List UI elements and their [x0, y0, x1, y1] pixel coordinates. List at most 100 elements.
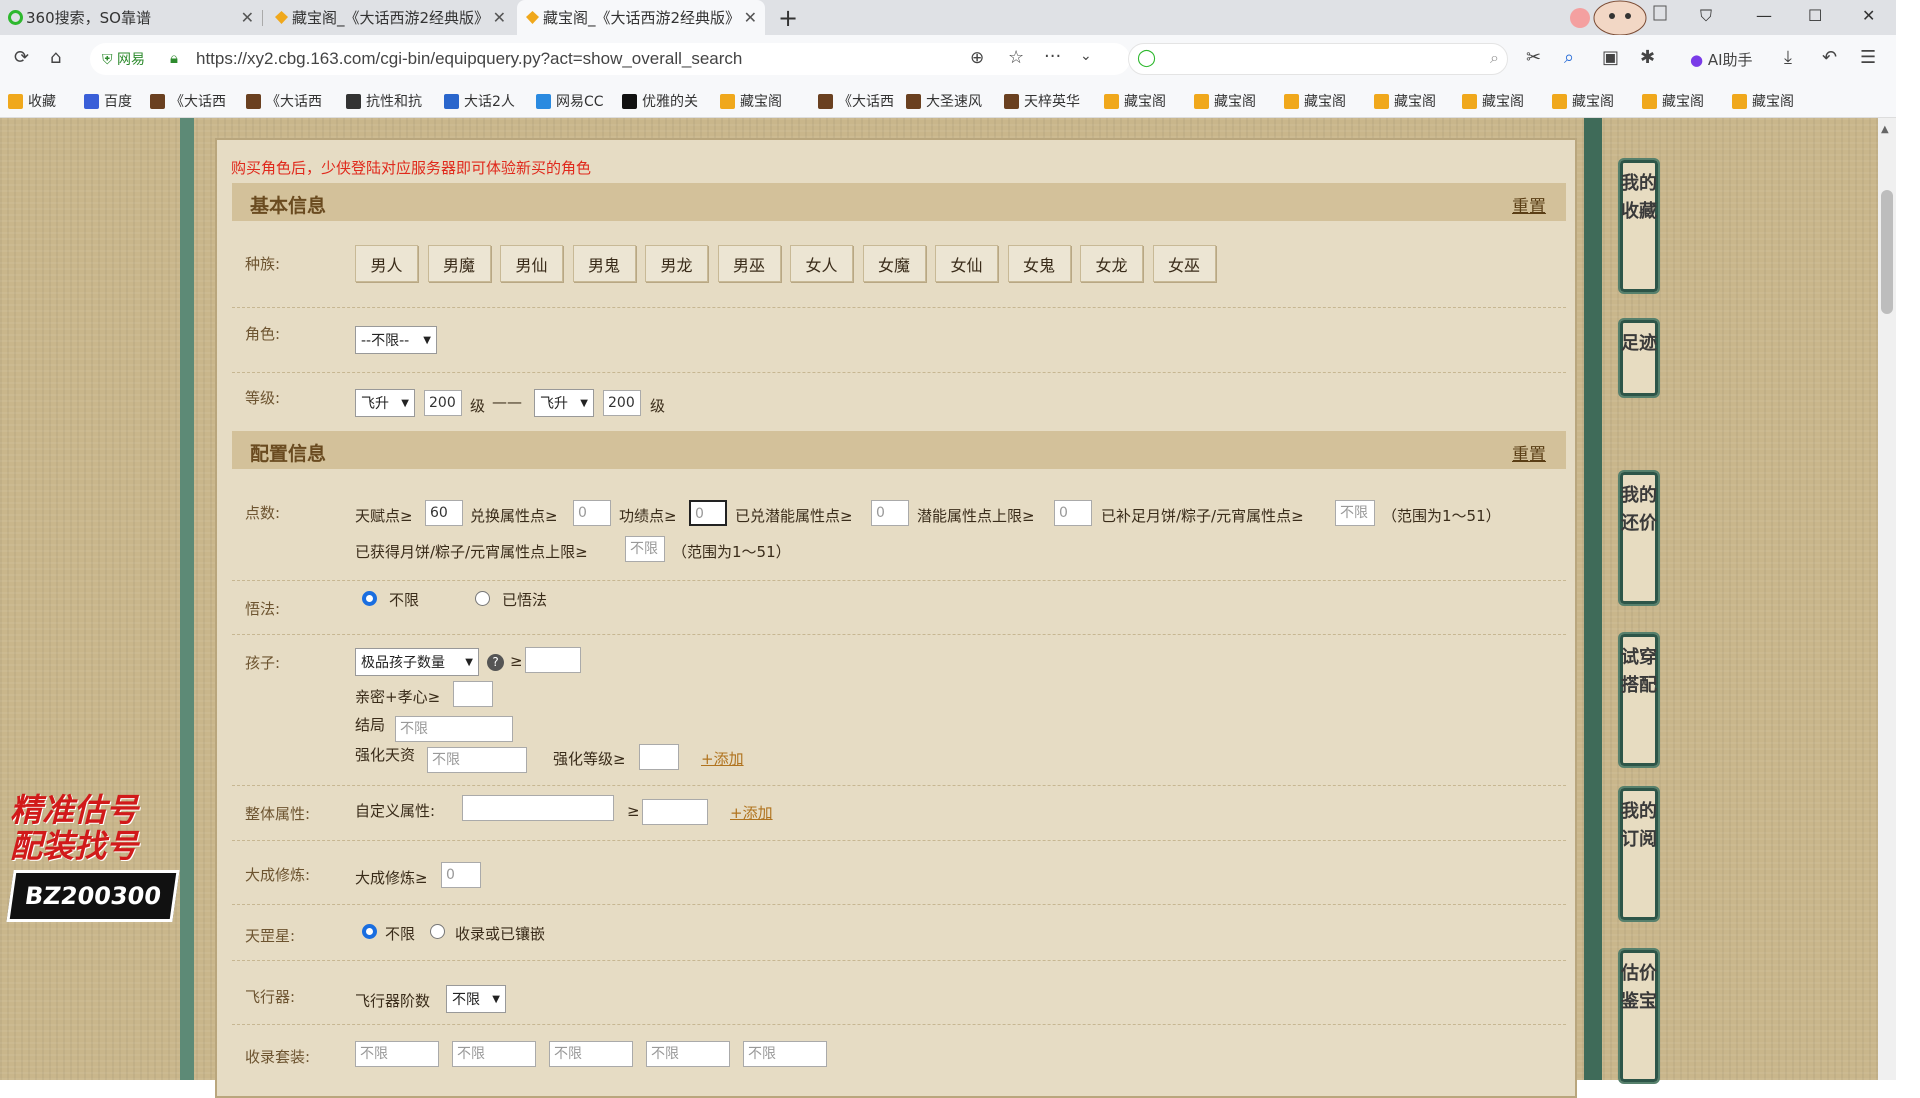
potential-input[interactable]: 0 [871, 500, 909, 526]
aircraft-select[interactable]: 不限 ▼ [446, 985, 506, 1013]
level-from-input[interactable]: 200 [424, 390, 462, 416]
maximize-icon[interactable]: ☐ [1808, 6, 1822, 25]
dacheng-input[interactable]: 0 [441, 862, 481, 888]
add-attr-link[interactable]: +添加 [730, 802, 773, 823]
race-button[interactable]: 男人 [355, 245, 418, 282]
bookmark-item[interactable]: 藏宝阁 [1732, 91, 1794, 111]
race-button[interactable]: 男仙 [500, 245, 563, 282]
reset-button[interactable]: 重置 [1512, 440, 1546, 465]
suit-input[interactable]: 不限 [743, 1041, 827, 1067]
sidebar-link[interactable]: 我的订阅 [1618, 786, 1660, 922]
custom-attr-value-input[interactable] [642, 799, 708, 825]
race-button[interactable]: 男巫 [717, 245, 781, 282]
race-button[interactable]: 女人 [790, 245, 853, 282]
browser-tab[interactable]: 360搜索，SO靠谱 ✕ [0, 0, 263, 35]
bookmark-item[interactable]: 《大话西 [150, 91, 226, 111]
search-input[interactable]: ◯ ⌕ [1128, 43, 1508, 75]
race-button[interactable]: 女仙 [935, 245, 998, 282]
star-icon[interactable]: ☆ [1008, 47, 1024, 68]
scissors-icon[interactable]: ✂ [1526, 47, 1541, 68]
scroll-up-icon[interactable]: ▲ [1881, 124, 1889, 135]
magnifier-icon[interactable]: ⌕ [1564, 47, 1574, 68]
bookmark-item[interactable]: 大圣速风 [906, 91, 982, 111]
download-icon[interactable]: ⤓ [1784, 47, 1792, 68]
suit-input[interactable]: 不限 [549, 1041, 633, 1067]
search-icon[interactable]: ⌕ [1490, 48, 1499, 68]
level-from-select[interactable]: 飞升 ▼ [355, 389, 415, 417]
level-to-input[interactable]: 200 [603, 390, 641, 416]
browser-tab-active[interactable]: 藏宝阁_《大话西游2经典版》 ✕ [517, 0, 765, 35]
role-select[interactable]: --不限-- ▼ [355, 326, 437, 354]
ai-assistant-button[interactable]: ● AI助手 [1690, 49, 1753, 70]
bookmark-item[interactable]: 抗性和抗 [346, 91, 422, 111]
reset-button[interactable]: 重置 [1512, 192, 1546, 217]
bookmark-item[interactable]: 百度 [84, 91, 132, 111]
potential-max-input[interactable]: 0 [1054, 500, 1092, 526]
bookmark-item[interactable]: 收藏 [8, 91, 56, 111]
bookmark-item[interactable]: 藏宝阁 [1642, 91, 1704, 111]
sidebar-link[interactable]: 足迹 [1618, 318, 1660, 398]
suit-input[interactable]: 不限 [355, 1041, 439, 1067]
screenshot-icon[interactable]: ▣ [1602, 47, 1619, 68]
wufa-radio-done[interactable] [475, 591, 490, 606]
close-icon[interactable]: ✕ [744, 8, 757, 27]
bookmark-item[interactable]: 藏宝阁 [1284, 91, 1346, 111]
menu-icon[interactable]: ☰ [1860, 47, 1876, 68]
close-icon[interactable]: ✕ [493, 8, 506, 27]
close-window-icon[interactable]: ✕ [1862, 6, 1875, 25]
suit-input[interactable]: 不限 [452, 1041, 536, 1067]
race-button[interactable]: 女鬼 [1007, 245, 1071, 282]
bookmark-item[interactable]: 《大话西 [818, 91, 894, 111]
tiangang-radio-set[interactable] [430, 924, 445, 939]
chevron-down-icon[interactable]: ⌄ [1080, 48, 1092, 64]
refresh-icon[interactable]: ⟳ [14, 47, 29, 68]
help-icon[interactable]: ? [487, 654, 504, 671]
more-icon[interactable]: ··· [1044, 46, 1061, 67]
new-tab-button[interactable]: + [778, 4, 798, 32]
enhance-input[interactable]: 不限 [427, 747, 527, 773]
race-button[interactable]: 男鬼 [572, 245, 636, 282]
scrollbar-thumb[interactable] [1881, 190, 1893, 314]
address-bar[interactable]: ⛨ 网易 🔒︎ https://xy2.cbg.163.com/cgi-bin/… [90, 43, 1130, 75]
location-icon[interactable]: ⊕ [970, 48, 984, 68]
level-to-select[interactable]: 飞升 ▼ [534, 389, 594, 417]
bookmark-item[interactable]: 网易CC [536, 91, 604, 111]
close-icon[interactable]: ✕ [241, 8, 254, 27]
race-button[interactable]: 男龙 [645, 245, 708, 282]
intimacy-input[interactable] [453, 681, 493, 707]
bookmark-item[interactable]: 藏宝阁 [1194, 91, 1256, 111]
enhance-level-input[interactable] [639, 744, 679, 770]
sidebar-link[interactable]: 我的还价 [1618, 470, 1660, 606]
bookmark-item[interactable]: 藏宝阁 [720, 91, 782, 111]
bookmark-item[interactable]: 藏宝阁 [1462, 91, 1524, 111]
merit-input[interactable]: 0 [689, 500, 727, 526]
exchange-input[interactable]: 0 [573, 500, 611, 526]
race-button[interactable]: 女巫 [1152, 245, 1216, 282]
wufa-radio-any[interactable] [362, 591, 377, 606]
child-count-input[interactable] [525, 647, 581, 673]
race-button[interactable]: 女龙 [1080, 245, 1143, 282]
mooncake-max-input[interactable]: 不限 [625, 536, 665, 562]
bookmark-item[interactable]: 藏宝阁 [1552, 91, 1614, 111]
sidebar-link[interactable]: 我的收藏 [1618, 158, 1660, 294]
bookmark-item[interactable]: 天梓英华 [1004, 91, 1080, 111]
extension-icon[interactable]: ✱ [1640, 47, 1655, 68]
mooncake-input[interactable]: 不限 [1335, 500, 1375, 526]
custom-attr-input[interactable] [462, 795, 614, 821]
sidebar-link[interactable]: 估价鉴宝 [1618, 948, 1660, 1084]
home-icon[interactable]: ⌂ [50, 47, 61, 68]
mascot-icon[interactable] [1560, 0, 1670, 36]
bookmark-item[interactable]: 大话2人 [444, 91, 515, 111]
tiangang-radio-any[interactable] [362, 924, 377, 939]
talent-input[interactable]: 60 [425, 500, 463, 526]
race-button[interactable]: 男魔 [427, 245, 491, 282]
ending-input[interactable]: 不限 [395, 716, 513, 742]
add-child-filter-link[interactable]: +添加 [701, 748, 744, 769]
undo-icon[interactable]: ↶ [1822, 47, 1837, 68]
promo-banner[interactable]: 精准估号 配装找号 BZ200300 [6, 792, 180, 922]
tshirt-icon[interactable]: ⛉ [1700, 6, 1712, 26]
suit-input[interactable]: 不限 [646, 1041, 730, 1067]
bookmark-item[interactable]: 优雅的关 [622, 91, 698, 111]
minimize-icon[interactable]: — [1756, 6, 1772, 25]
bookmark-item[interactable]: 《大话西 [246, 91, 322, 111]
